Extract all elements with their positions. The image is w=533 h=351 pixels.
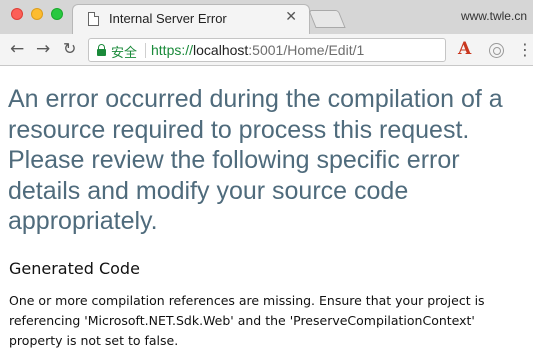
url-scheme: https:// [151, 42, 194, 58]
tab-title: Internal Server Error [109, 11, 227, 26]
browser-toolbar: ← → ↻ 安全 https://localhost:5001/Home/Edi… [0, 34, 533, 66]
address-bar[interactable]: 安全 https://localhost:5001/Home/Edit/1 [88, 38, 446, 62]
back-button[interactable]: ← [10, 38, 24, 60]
error-heading: An error occurred during the compilation… [8, 85, 503, 235]
secure-label[interactable]: 安全 [111, 42, 137, 61]
browser-titlebar: Internal Server Error ✕ www.twle.cn [0, 0, 533, 34]
url-text[interactable]: https://localhost:5001/Home/Edit/1 [151, 42, 364, 58]
profile-label: www.twle.cn [460, 9, 527, 23]
url-path: :5001/Home/Edit/1 [248, 42, 365, 58]
tab-close-button[interactable]: ✕ [285, 9, 297, 25]
forward-button[interactable]: → [36, 38, 50, 60]
error-message: One or more compilation references are m… [9, 293, 485, 348]
menu-icon[interactable]: ⋮ [517, 40, 533, 60]
reload-button[interactable]: ↻ [63, 38, 76, 60]
document-icon [88, 12, 99, 26]
extension-circle-icon[interactable] [489, 43, 504, 58]
tab-internal-server-error[interactable]: Internal Server Error ✕ [72, 4, 310, 34]
url-host: localhost [193, 42, 249, 58]
minimize-window-button[interactable] [31, 8, 43, 20]
omnibox-divider [145, 43, 146, 58]
extension-a-icon[interactable]: A [458, 39, 471, 59]
close-window-button[interactable] [11, 8, 23, 20]
page-content: An error occurred during the compilation… [0, 66, 533, 351]
lock-icon[interactable] [97, 44, 106, 56]
maximize-window-button[interactable] [51, 8, 63, 20]
error-subheading: Generated Code [9, 259, 140, 278]
new-tab-button[interactable] [308, 10, 346, 28]
